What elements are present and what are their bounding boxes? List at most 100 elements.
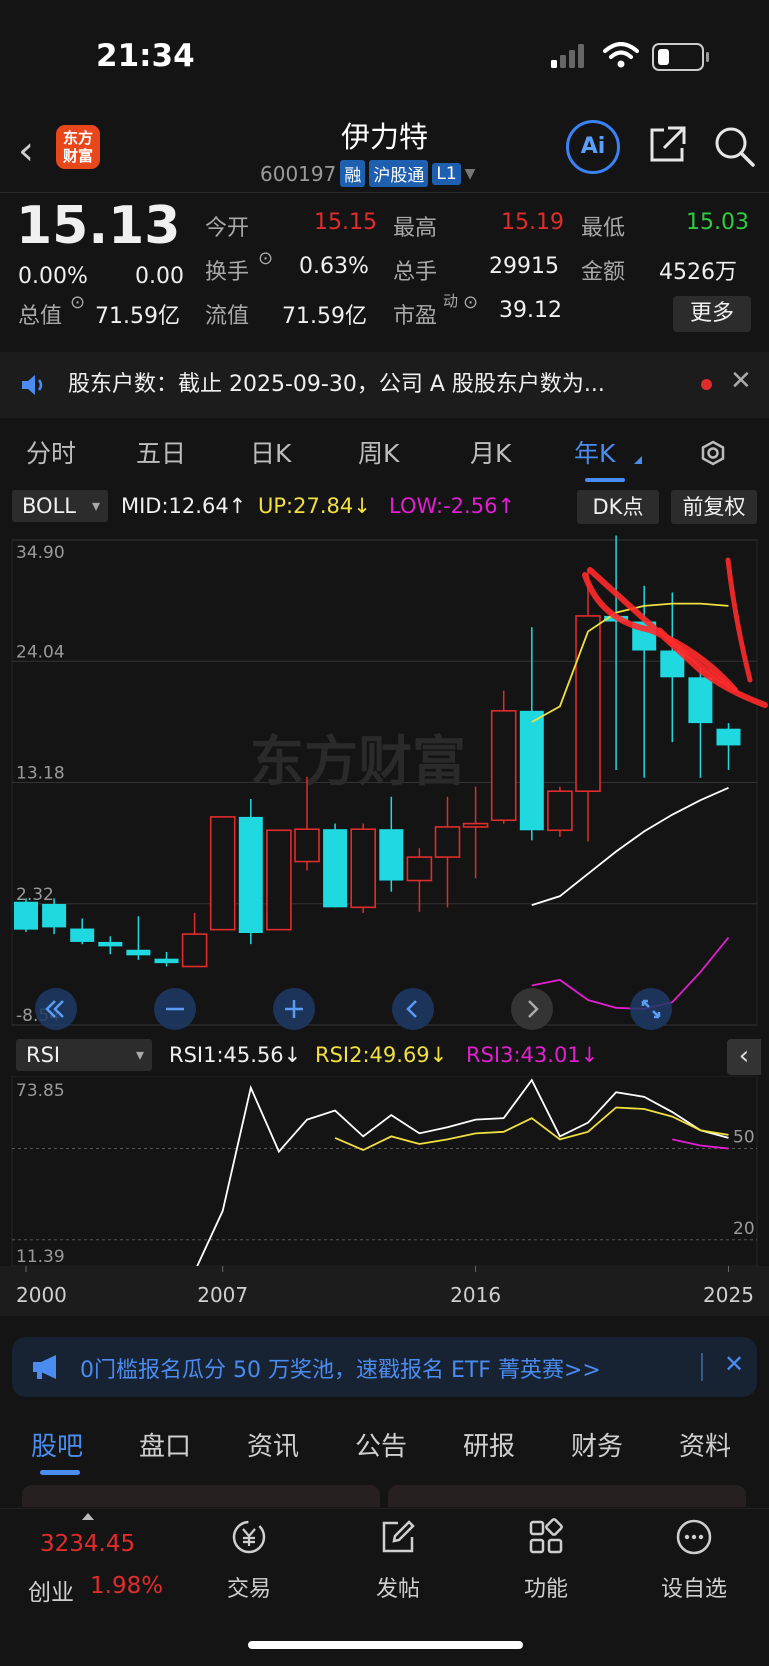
share-icon[interactable]	[646, 124, 688, 166]
y-tick-label: 73.85	[16, 1081, 65, 1101]
year-k-chart[interactable]: 34.9024.0413.182.32-8.54东方财富	[0, 530, 769, 1040]
more-dots-icon	[676, 1519, 712, 1555]
tag-level: L1	[432, 162, 461, 185]
x-tick-label: 2007	[197, 1283, 248, 1307]
float-value: 71.59亿	[282, 304, 367, 329]
close-icon[interactable]: ✕	[724, 1350, 744, 1378]
candle-body	[209, 816, 236, 931]
indicator-select[interactable]: BOLL	[12, 490, 108, 522]
x-tick-label: 2025	[703, 1283, 754, 1307]
stock-header: ‹ 东方财富 伊力特 600197 融 沪股通 L1 ▼ Ai	[0, 110, 769, 192]
rsi-line	[672, 1138, 729, 1150]
candle-body	[547, 790, 573, 832]
watermark-logo: 东方财富	[250, 730, 466, 793]
ai-button[interactable]: Ai	[566, 120, 620, 174]
amount-value: 4526万	[659, 260, 737, 285]
x-tick-label: 2000	[16, 1283, 67, 1307]
ref-line-label: 50	[733, 1128, 755, 1148]
tab-year-k[interactable]: 年K	[574, 434, 615, 470]
zoom-out-icon[interactable]	[153, 987, 197, 1031]
prev-icon[interactable]	[391, 987, 435, 1031]
nav-watchlist-label: 设自选	[660, 1577, 727, 1602]
news-text: 股东户数：截止 2025-09-30，公司 A 股股东户数为...	[68, 372, 605, 397]
candle-body	[406, 856, 433, 882]
search-icon[interactable]	[712, 124, 756, 168]
tab-day-k[interactable]: 日K	[250, 434, 291, 470]
volume-value: 29915	[489, 254, 559, 279]
quote-panel: 15.13 0.00% 0.00 今开 15.15 最高 15.19 最低 15…	[0, 192, 769, 347]
mktcap-value: 71.59亿	[95, 304, 180, 329]
content-tabs: 股吧 盘口 资讯 公告 研报 财务 资料	[0, 1410, 769, 1480]
boll-mid: MID:12.64↑	[121, 494, 247, 518]
nav-post[interactable]: 发帖	[343, 1517, 453, 1603]
tab-news[interactable]: 资讯	[247, 1426, 299, 1463]
news-ticker[interactable]: 股东户数：截止 2025-09-30，公司 A 股股东户数为... ✕	[0, 352, 769, 418]
pe-value: 39.12	[499, 298, 562, 323]
tab-underline	[585, 478, 625, 482]
megaphone-icon	[33, 1355, 56, 1379]
tab-research[interactable]: 研报	[463, 1426, 515, 1463]
nav-trade-label: 交易	[226, 1577, 271, 1602]
nav-trade[interactable]: 交易	[194, 1517, 304, 1603]
content-cards-peek	[388, 1485, 746, 1507]
unread-dot	[701, 379, 712, 390]
index-widget[interactable]: 3234.45 创业 1.98%	[20, 1509, 190, 1619]
info-icon[interactable]: ⊙	[258, 248, 273, 269]
status-time: 21:34	[96, 38, 195, 74]
dk-point-button[interactable]: DK点	[577, 490, 659, 524]
candle-body	[42, 903, 67, 928]
tab-finance[interactable]: 财务	[571, 1426, 623, 1463]
stock-code-line: 600197 融 沪股通 L1 ▼	[260, 160, 475, 187]
next-icon[interactable]	[510, 987, 554, 1031]
rsi3-value: RSI3:43.01↓	[466, 1043, 599, 1067]
tab-profile[interactable]: 资料	[679, 1426, 731, 1463]
rewind-icon[interactable]	[34, 987, 78, 1031]
info-icon[interactable]: ⊙	[463, 292, 478, 313]
tab-orderbook[interactable]: 盘口	[139, 1426, 191, 1463]
tab-corner-icon	[634, 456, 642, 464]
tab-intraday[interactable]: 分时	[26, 434, 76, 470]
tab-week-k[interactable]: 周K	[358, 434, 399, 470]
tab-five-day[interactable]: 五日	[136, 434, 186, 470]
banner-divider	[701, 1353, 703, 1381]
index-change: 1.98%	[90, 1573, 164, 1599]
float-label: 流值	[205, 304, 250, 329]
cellular-signal-icon	[551, 44, 584, 68]
candle-body	[294, 828, 320, 863]
index-value: 3234.45	[40, 1531, 136, 1557]
collapse-button[interactable]: ‹	[727, 1039, 761, 1075]
zoom-in-icon[interactable]	[272, 987, 316, 1031]
tab-forum[interactable]: 股吧	[31, 1426, 83, 1463]
tab-month-k[interactable]: 月K	[470, 434, 511, 470]
rsi2-value: RSI2:49.69↓	[315, 1043, 448, 1067]
stock-code: 600197	[260, 161, 337, 186]
candle-body	[181, 933, 208, 968]
info-icon[interactable]: ⊙	[70, 292, 85, 313]
adjust-button[interactable]: 前复权	[671, 490, 757, 524]
yen-exchange-icon	[232, 1520, 266, 1554]
gear-icon[interactable]	[696, 436, 730, 470]
open-label: 今开	[205, 216, 250, 241]
boll-indicator-bar: BOLL MID:12.64↑ UP:27.84↓ LOW:-2.56↑ DK点…	[0, 488, 769, 528]
nav-watchlist[interactable]: 设自选	[639, 1517, 749, 1603]
banner-text: 0门槛报名瓜分 50 万奖池，速戳报名 ETF 菁英赛>>	[80, 1358, 601, 1383]
y-tick-label: 34.90	[16, 543, 65, 563]
fullscreen-icon[interactable]	[629, 987, 673, 1031]
candle-body	[154, 958, 179, 964]
rsi-line	[334, 1106, 729, 1152]
close-icon[interactable]: ✕	[730, 366, 752, 396]
candle-body	[688, 677, 713, 724]
speaker-icon	[22, 375, 43, 395]
dropdown-icon[interactable]: ▼	[465, 166, 476, 182]
turnover-label: 换手	[205, 260, 250, 285]
candle-body	[14, 901, 38, 930]
index-name: 创业	[28, 1580, 74, 1606]
nav-functions[interactable]: 功能	[491, 1517, 601, 1603]
more-button[interactable]: 更多	[673, 296, 751, 332]
tab-notices[interactable]: 公告	[355, 1426, 407, 1463]
candle-body	[490, 710, 517, 822]
rsi-chart[interactable]: 73.85 11.39 50 20 2000 2007 2016 2025	[0, 1076, 769, 1321]
rsi-select[interactable]: RSI	[16, 1039, 152, 1071]
y-tick-label: 11.39	[16, 1247, 65, 1267]
promo-banner[interactable]: 0门槛报名瓜分 50 万奖池，速戳报名 ETF 菁英赛>> ✕	[12, 1337, 757, 1397]
